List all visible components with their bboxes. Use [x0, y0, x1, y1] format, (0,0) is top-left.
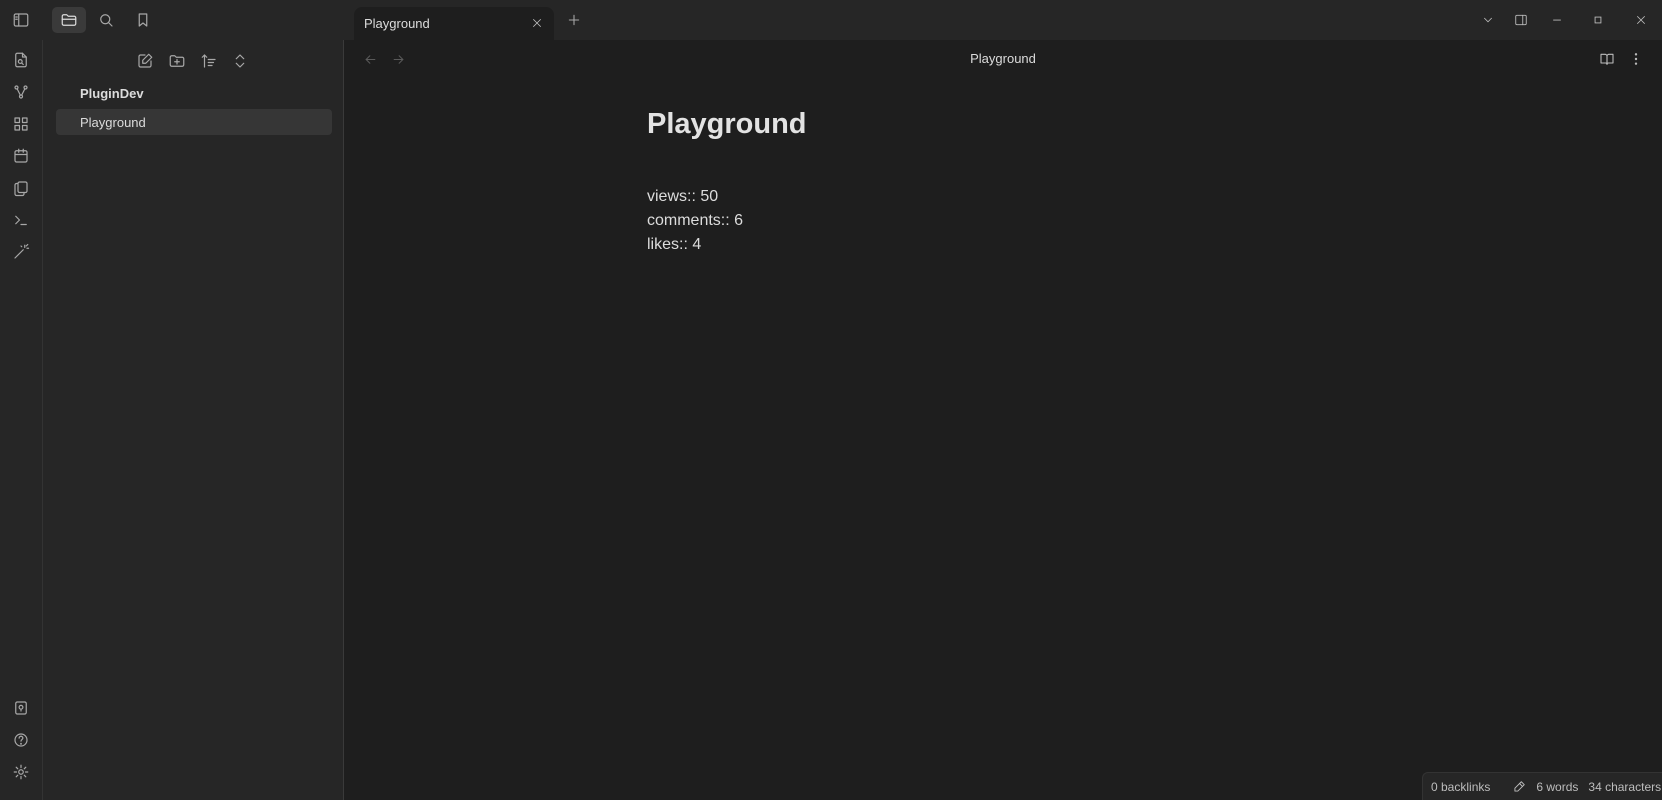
- search-icon[interactable]: [89, 7, 123, 33]
- magic-wand-icon[interactable]: [5, 238, 37, 266]
- file-explorer: PluginDev Playground: [43, 40, 344, 800]
- note-title[interactable]: Playground: [647, 108, 807, 141]
- right-sidebar-icon[interactable]: [1507, 8, 1535, 32]
- chevron-down-icon[interactable]: [1474, 8, 1502, 32]
- status-bar: 0 backlinks 6 words 34 characters: [1422, 772, 1662, 800]
- view-header-title[interactable]: Playground: [344, 51, 1662, 66]
- note-body[interactable]: views:: 50 comments:: 6 likes:: 4: [647, 185, 743, 257]
- tab-label: Playground: [364, 16, 430, 31]
- minimize-icon[interactable]: [1543, 8, 1571, 32]
- more-options-icon[interactable]: [1624, 47, 1648, 71]
- ribbon: [0, 40, 43, 800]
- plus-icon[interactable]: [562, 8, 586, 32]
- view-header: Playground: [344, 40, 1662, 78]
- graph-icon[interactable]: [5, 78, 37, 106]
- title-bar: Playground: [0, 0, 1662, 40]
- new-note-icon[interactable]: [131, 48, 159, 74]
- tree-folder-plugindev[interactable]: PluginDev: [80, 86, 144, 101]
- reading-view-icon[interactable]: [1595, 47, 1619, 71]
- sort-icon[interactable]: [195, 48, 223, 74]
- help-icon[interactable]: [5, 726, 37, 754]
- calendar-icon[interactable]: [5, 142, 37, 170]
- vault-icon[interactable]: [5, 694, 37, 722]
- sidebar-toggle-icon[interactable]: [4, 7, 38, 33]
- tab-playground[interactable]: Playground: [354, 7, 554, 40]
- canvas-icon[interactable]: [5, 110, 37, 138]
- new-folder-icon[interactable]: [163, 48, 191, 74]
- editor-pane: Playground Playground views:: 50 comment…: [344, 40, 1662, 800]
- tree-file-playground[interactable]: Playground: [56, 109, 332, 135]
- templates-icon[interactable]: [5, 174, 37, 202]
- sidebar-tab-strip: [0, 0, 344, 40]
- close-window-icon[interactable]: [1627, 8, 1655, 32]
- quick-switch-icon[interactable]: [5, 46, 37, 74]
- bookmark-icon[interactable]: [126, 7, 160, 33]
- collapse-icon[interactable]: [226, 48, 254, 74]
- maximize-icon[interactable]: [1584, 8, 1612, 32]
- edit-mode-icon[interactable]: [1512, 780, 1526, 794]
- terminal-icon[interactable]: [5, 206, 37, 234]
- note-line[interactable]: comments:: 6: [647, 209, 743, 233]
- character-count: 34 characters: [1588, 779, 1662, 794]
- folder-icon[interactable]: [52, 7, 86, 33]
- settings-icon[interactable]: [5, 758, 37, 786]
- obsidian-window: Playground PluginDev Playground Playgrou…: [0, 0, 1662, 800]
- close-icon[interactable]: [526, 12, 548, 34]
- tree-file-label: Playground: [80, 114, 146, 130]
- backlinks-count[interactable]: 0 backlinks: [1431, 780, 1490, 794]
- note-line[interactable]: likes:: 4: [647, 233, 743, 257]
- note-line[interactable]: views:: 50: [647, 185, 743, 209]
- word-count: 6 words: [1536, 779, 1579, 794]
